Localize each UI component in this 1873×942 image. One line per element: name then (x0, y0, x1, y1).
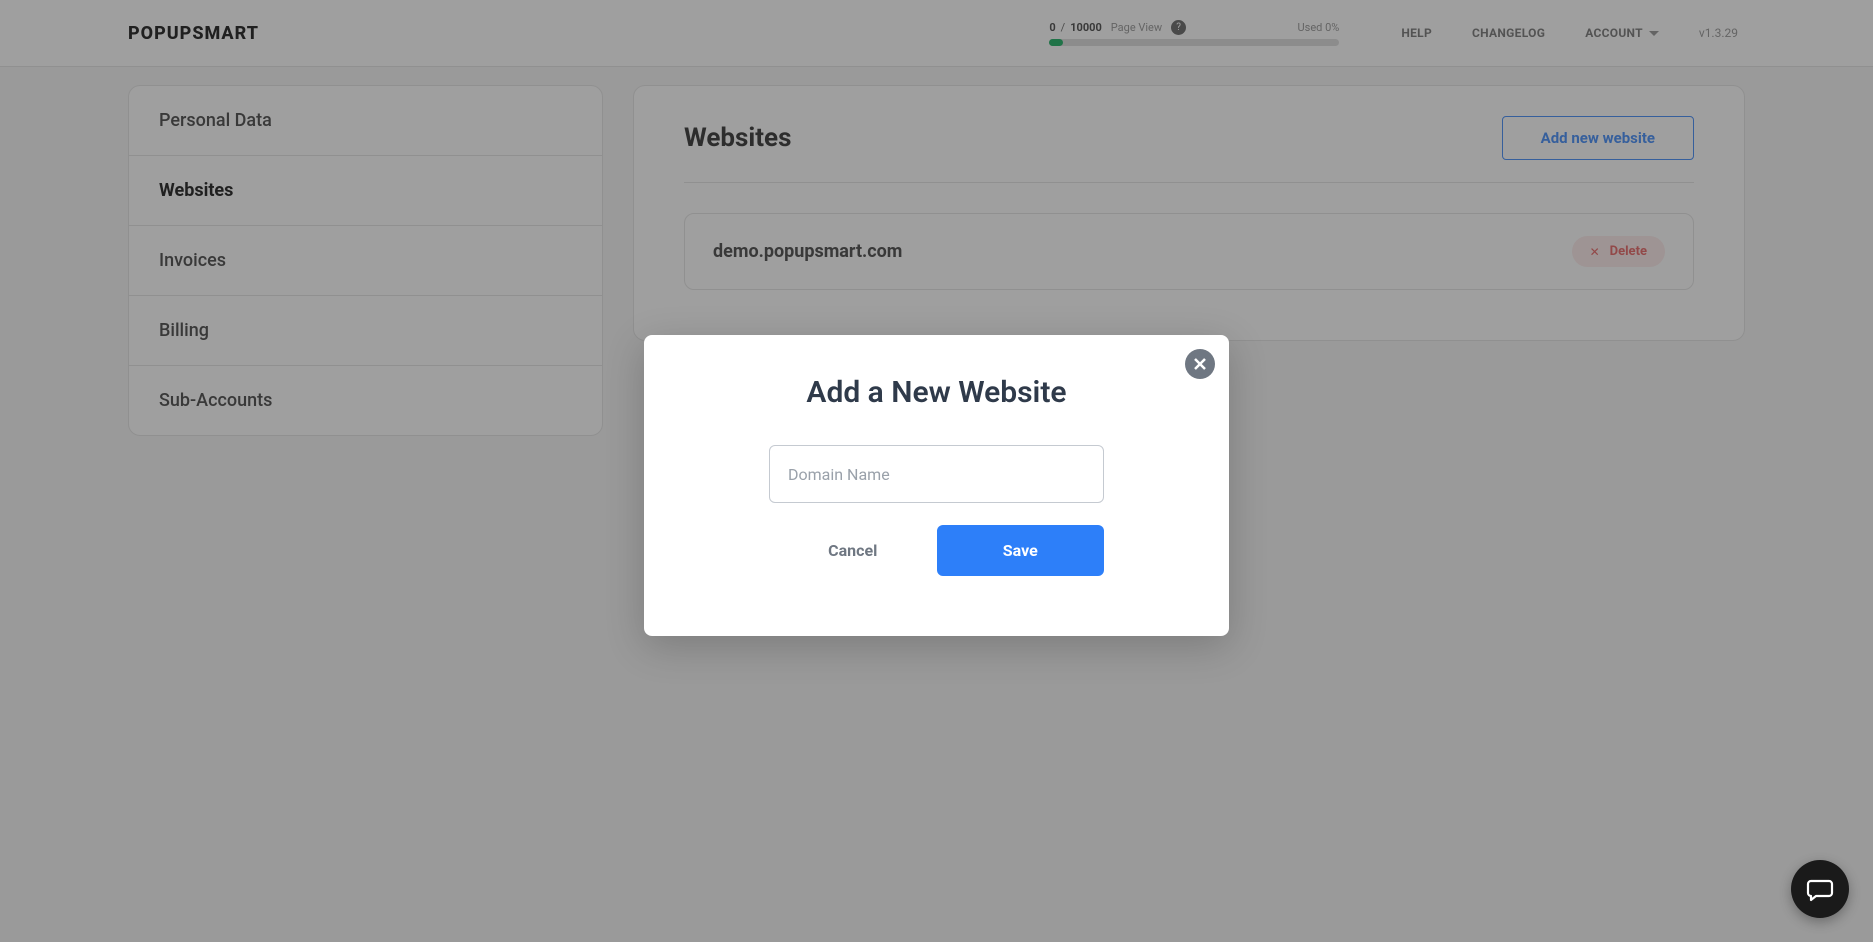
chat-icon (1806, 875, 1834, 903)
modal-title: Add a New Website (694, 375, 1179, 410)
modal-close-button[interactable] (1185, 349, 1215, 379)
save-button[interactable]: Save (937, 525, 1105, 576)
modal-buttons: Cancel Save (769, 525, 1104, 576)
cancel-button[interactable]: Cancel (769, 525, 937, 576)
close-icon (1194, 358, 1206, 370)
add-website-modal: Add a New Website Cancel Save (644, 335, 1229, 636)
chat-widget-button[interactable] (1791, 860, 1849, 918)
modal-overlay[interactable]: Add a New Website Cancel Save (0, 0, 1873, 942)
domain-name-input[interactable] (769, 445, 1104, 503)
